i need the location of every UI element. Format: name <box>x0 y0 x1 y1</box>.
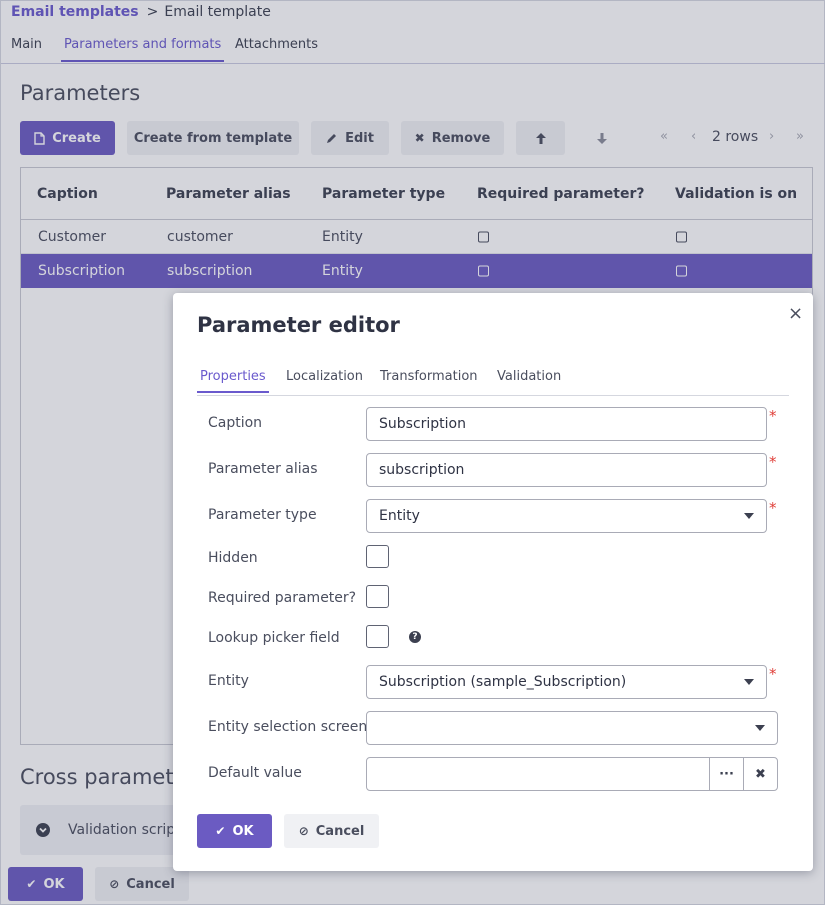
type-label: Parameter type <box>208 507 317 523</box>
help-icon[interactable]: ? <box>409 631 421 643</box>
alias-input-value: subscription <box>379 462 465 478</box>
type-required-marker: * <box>769 499 777 517</box>
tab-properties[interactable]: Properties <box>197 369 269 393</box>
dialog-cancel-label: Cancel <box>315 823 365 839</box>
check-icon: ✔ <box>215 824 226 838</box>
parameter-type-select[interactable]: Entity <box>366 499 767 533</box>
entity-value: Subscription (sample_Subscription) <box>379 674 627 690</box>
required-label: Required parameter? <box>208 590 357 606</box>
tab-localization[interactable]: Localization <box>286 369 363 392</box>
lookup-label: Lookup picker field <box>208 630 340 646</box>
dialog-title: Parameter editor <box>197 313 400 337</box>
caption-required-marker: * <box>769 407 777 425</box>
lookup-checkbox[interactable] <box>366 625 389 648</box>
caption-input-value: Subscription <box>379 416 466 432</box>
alias-required-marker: * <box>769 453 777 471</box>
ban-icon: ⊘ <box>298 824 309 838</box>
entity-label: Entity <box>208 673 249 689</box>
dialog-ok-button[interactable]: ✔ OK <box>197 814 272 848</box>
tab-validation[interactable]: Validation <box>497 369 561 392</box>
entity-screen-label: Entity selection screen <box>208 719 368 735</box>
caret-down-icon <box>755 725 765 731</box>
caret-down-icon <box>744 679 754 685</box>
clear-icon[interactable]: ✖ <box>743 758 777 790</box>
default-value-label: Default value <box>208 765 302 781</box>
tab-transformation[interactable]: Transformation <box>380 369 478 392</box>
caret-down-icon <box>744 513 754 519</box>
required-checkbox[interactable] <box>366 585 389 608</box>
dialog-ok-label: OK <box>232 823 254 839</box>
hidden-checkbox[interactable] <box>366 545 389 568</box>
alias-label: Parameter alias <box>208 461 318 477</box>
alias-input[interactable]: subscription <box>366 453 767 487</box>
default-value-picker[interactable]: ··· ✖ <box>366 757 778 791</box>
entity-required-marker: * <box>769 665 777 683</box>
dialog-cancel-button[interactable]: ⊘ Cancel <box>284 814 379 848</box>
parameter-editor-dialog: Parameter editor × Properties Localizati… <box>173 293 813 871</box>
hidden-label: Hidden <box>208 550 258 566</box>
ellipsis-icon[interactable]: ··· <box>709 758 743 790</box>
caption-label: Caption <box>208 415 263 431</box>
close-icon[interactable]: × <box>788 303 803 324</box>
entity-select[interactable]: Subscription (sample_Subscription) <box>366 665 767 699</box>
caption-input[interactable]: Subscription <box>366 407 767 441</box>
parameter-type-value: Entity <box>379 508 420 524</box>
dialog-tabbar: Properties Localization Transformation V… <box>197 369 789 396</box>
entity-screen-select[interactable] <box>366 711 778 745</box>
